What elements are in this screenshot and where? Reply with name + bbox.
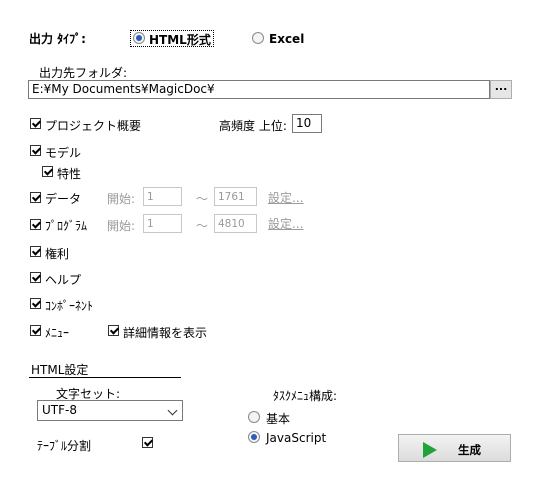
excel-label[interactable]: Excel [269,32,304,46]
program-checkbox[interactable] [30,219,41,230]
generate-button-label: 生成 [458,443,481,457]
show-details-label: 詳細情報を表示 [123,326,208,340]
project-overview-label: プロジェクト概要 [45,119,142,133]
table-split-checkbox[interactable] [142,437,153,448]
program-start-label: 開始: [107,219,136,233]
help-label: ヘルプ [45,273,82,287]
charset-select-value: UTF-8 [42,403,77,417]
program-settings-link[interactable]: 設定... [268,215,303,232]
charset-select[interactable]: UTF-8 [37,400,183,421]
data-end-input[interactable]: 1761 [214,187,257,206]
top-frequency-label: 高頻度 上位: [219,119,287,133]
rights-label: 権利 [45,247,70,261]
model-checkbox[interactable] [30,145,41,156]
task-menu-label: ﾀｽｸﾒﾆｭ構成: [273,389,338,403]
task-menu-basic-label[interactable]: 基本 [266,410,290,427]
component-checkbox[interactable] [30,298,41,309]
characteristics-label: 特性 [57,167,82,181]
component-label: ｺﾝﾎﾟｰﾈﾝﾄ [45,299,94,313]
model-label: モデル [45,146,82,160]
browse-button[interactable]: ... [490,80,512,99]
top-frequency-input[interactable]: 10 [292,114,322,133]
table-split-label: ﾃｰﾌﾞﾙ分割 [37,439,92,453]
characteristics-checkbox[interactable] [42,166,53,177]
data-checkbox[interactable] [30,192,41,203]
help-checkbox[interactable] [30,272,41,283]
excel-radio[interactable] [252,32,264,44]
data-start-input[interactable]: 1 [143,187,182,206]
program-label: ﾌﾟﾛｸﾞﾗﾑ [45,219,88,233]
data-label: データ [45,192,82,206]
html-format-radio[interactable] [133,32,145,44]
menu-checkbox[interactable] [30,325,41,336]
task-menu-javascript-radio[interactable] [248,431,260,443]
output-folder-input[interactable]: E:¥My Documents¥MagicDoc¥ [28,80,490,99]
chevron-down-icon [167,405,178,416]
program-end-input[interactable]: 4810 [214,214,257,233]
output-type-label: 出力 ﾀｲﾌﾟ: [29,32,86,46]
program-start-input[interactable]: 1 [143,214,182,233]
rights-checkbox[interactable] [30,246,41,257]
html-settings-title: HTML設定 [31,363,89,377]
menu-label: ﾒﾆｭｰ [45,326,70,340]
show-details-checkbox[interactable] [108,325,119,336]
data-settings-link[interactable]: 設定... [268,189,303,206]
play-icon [423,442,437,458]
program-range-tilde: ～ [196,219,209,233]
output-folder-label: 出力先フォルダ: [39,66,128,80]
html-settings-divider [29,377,181,378]
task-menu-basic-radio[interactable] [248,411,260,423]
generate-button[interactable]: 生成 [398,434,511,462]
task-menu-javascript-label[interactable]: JavaScript [266,431,326,445]
html-format-label[interactable]: HTML形式 [149,31,211,48]
data-range-tilde: ～ [196,192,209,206]
project-overview-checkbox[interactable] [30,118,41,129]
data-start-label: 開始: [107,192,136,206]
